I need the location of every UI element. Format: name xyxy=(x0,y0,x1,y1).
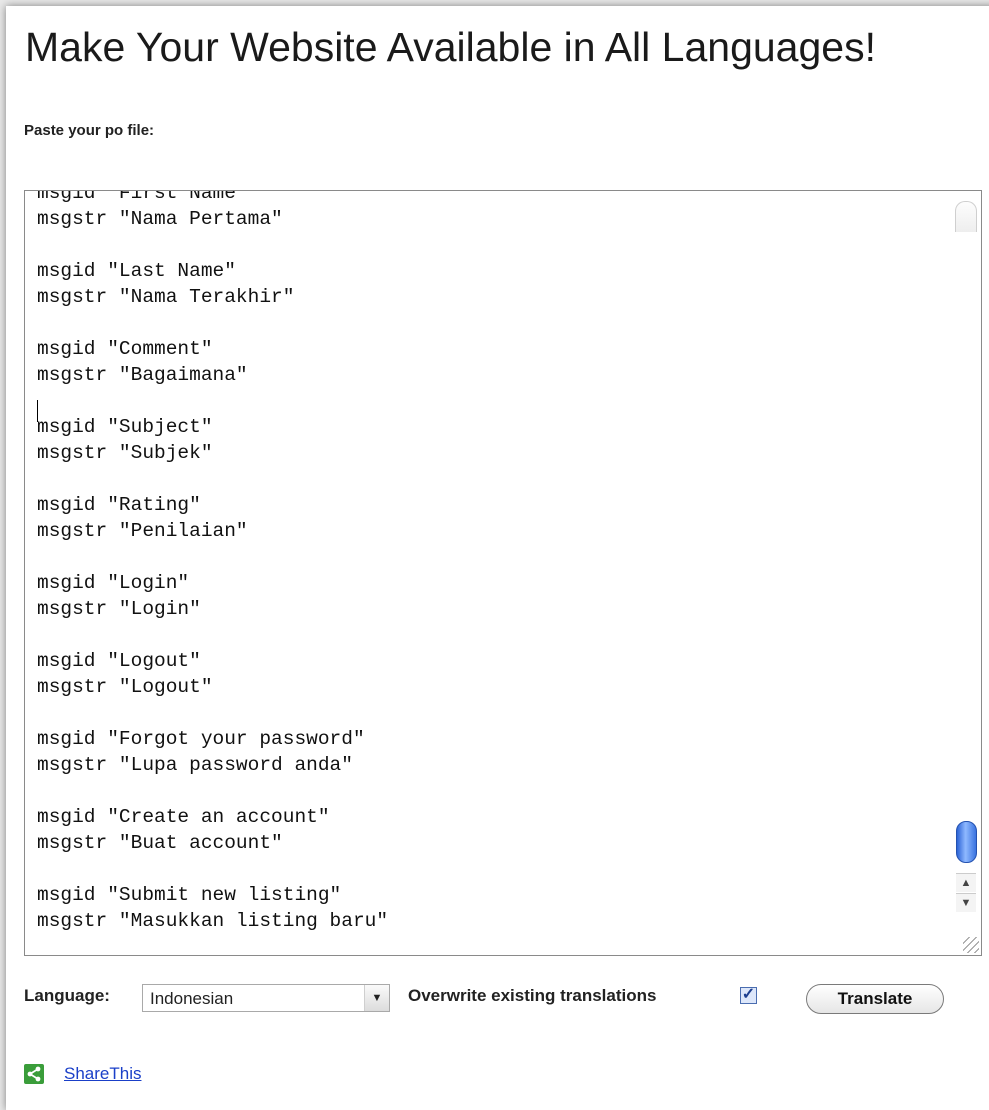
text-caret xyxy=(37,400,38,422)
po-content[interactable]: msgid "First Name" msgstr "Nama Pertama"… xyxy=(37,191,388,934)
language-label: Language: xyxy=(24,986,110,1005)
overwrite-label: Overwrite existing translations xyxy=(408,986,657,1005)
scroll-down-arrow-icon[interactable]: ▼ xyxy=(956,893,976,912)
resize-grip-icon[interactable] xyxy=(963,937,979,953)
paste-label: Paste your po file: xyxy=(24,122,155,139)
page-panel: Make Your Website Available in All Langu… xyxy=(6,6,989,1110)
share-this-link[interactable]: ShareThis xyxy=(64,1064,141,1084)
vertical-scrollbar[interactable]: ▲ ▼ xyxy=(955,201,977,941)
scroll-up-arrow-icon[interactable]: ▲ xyxy=(956,873,976,892)
page-title: Make Your Website Available in All Langu… xyxy=(25,24,876,70)
language-select-value: Indonesian xyxy=(150,989,234,1008)
translate-button[interactable]: Translate xyxy=(806,984,944,1014)
share-icon[interactable] xyxy=(24,1064,44,1084)
po-textarea[interactable]: msgid "First Name" msgstr "Nama Pertama"… xyxy=(24,190,982,956)
language-select[interactable]: Indonesian ▼ xyxy=(142,984,390,1012)
chevron-down-icon[interactable]: ▼ xyxy=(364,985,389,1011)
scrollbar-track-top xyxy=(955,201,977,232)
overwrite-checkbox[interactable]: ✓ xyxy=(740,987,757,1004)
scrollbar-thumb[interactable] xyxy=(956,821,977,863)
checkmark-icon: ✓ xyxy=(741,986,756,1003)
